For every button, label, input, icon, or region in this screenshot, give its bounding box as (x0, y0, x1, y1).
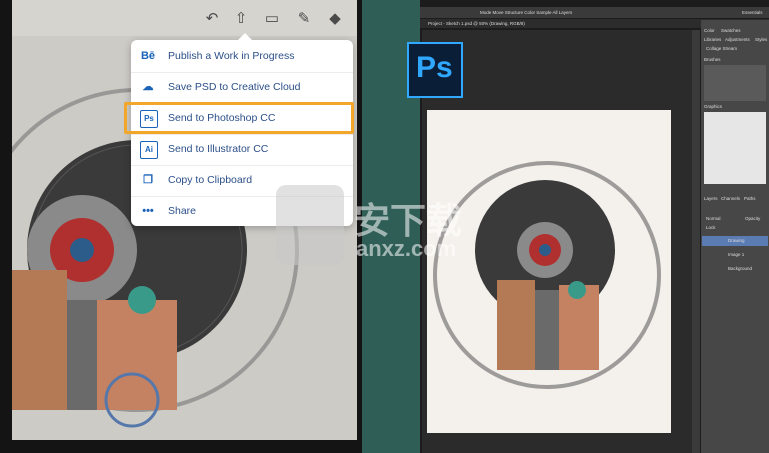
tab-color[interactable]: Color (704, 28, 715, 33)
layer-row[interactable]: Drawing (702, 236, 768, 246)
menu-item-label: Save PSD to Creative Cloud (168, 81, 301, 93)
more-icon: ••• (142, 205, 154, 217)
ps-logo-text: Ps (416, 51, 453, 84)
share-icon[interactable]: ⇧ (232, 10, 250, 28)
tab-swatches[interactable]: Swatches (721, 28, 741, 33)
layer-name: Drawing (728, 238, 745, 243)
artwork-preview (433, 161, 661, 389)
pen-icon[interactable]: ✎ (295, 10, 313, 28)
doc-tab[interactable]: Project - Sketch 1.psd @ 50% (Drawing, R… (428, 21, 525, 26)
opacity-label: Opacity (745, 216, 761, 221)
menu-item-label: Copy to Clipboard (168, 174, 253, 186)
watermark-sub: anxz.com (356, 236, 457, 261)
photoshop-logo: Ps (407, 42, 463, 98)
library-select[interactable]: Collage Stream (706, 46, 737, 51)
layer-row[interactable]: Image 1 (702, 250, 768, 260)
ps-options-text: Mode Move Structure Color Sample All Lay… (480, 10, 573, 15)
layers-icon[interactable]: ◆ (326, 10, 344, 28)
ps-tool-strip (692, 30, 700, 453)
tab-libraries[interactable]: Libraries (704, 37, 721, 42)
copy-icon: ❐ (143, 174, 153, 186)
graphics-grid[interactable] (704, 112, 766, 184)
menu-item-label: Publish a Work in Progress (168, 50, 295, 62)
lock-label: Lock (706, 225, 716, 230)
highlight-box (124, 102, 354, 134)
brushes-label: Brushes (704, 57, 721, 62)
watermark-badge (276, 185, 344, 265)
menu-item-label: Send to Illustrator CC (168, 143, 269, 155)
tab-layers[interactable]: Layers (704, 196, 718, 201)
menu-item-publish[interactable]: Bē Publish a Work in Progress (131, 42, 353, 73)
blend-mode-select[interactable]: Normal (706, 216, 721, 221)
layer-row[interactable]: Background (702, 264, 768, 274)
menu-item-label: Share (168, 205, 197, 217)
tab-adjustments[interactable]: Adjustments (725, 37, 750, 42)
behance-icon: Bē (140, 50, 156, 62)
undo-icon[interactable]: ↶ (203, 10, 221, 28)
ipad-toolbar: ↶ ⇧ ▭ ✎ ◆ (12, 0, 357, 36)
ps-menu-bar: Mode Move Structure Color Sample All Lay… (420, 7, 769, 18)
brushes-grid[interactable] (704, 65, 766, 101)
tab-channels[interactable]: Channels (721, 196, 740, 201)
photoshop-window: Mode Move Structure Color Sample All Lay… (420, 0, 769, 453)
ps-panels: Color Swatches Libraries Adjustments Sty… (701, 20, 769, 453)
menu-item-save-psd[interactable]: ☁ Save PSD to Creative Cloud (131, 73, 353, 104)
tab-styles[interactable]: Styles (755, 37, 767, 42)
image-icon[interactable]: ▭ (263, 10, 281, 28)
layer-name: Image 1 (728, 252, 745, 257)
workspace-label[interactable]: Essentials (742, 10, 763, 15)
graphics-label: Graphics (704, 104, 723, 109)
creative-cloud-icon: ☁ (142, 81, 154, 93)
layer-name: Background (728, 266, 753, 271)
document-canvas[interactable] (427, 110, 671, 433)
illustrator-icon: Ai (140, 141, 158, 159)
tab-paths[interactable]: Paths (744, 196, 756, 201)
menu-item-send-illustrator[interactable]: Ai Send to Illustrator CC (131, 135, 353, 166)
